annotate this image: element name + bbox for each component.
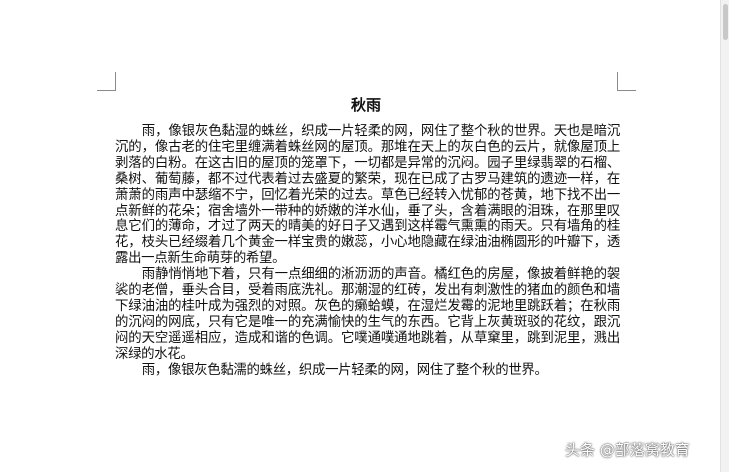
paragraph-2[interactable]: 雨静悄悄地下着，只有一点细细的淅沥沥的声音。橘红色的房屋，像披着鲜艳的袈裟的老僧… bbox=[115, 267, 620, 362]
scrollbar-thumb[interactable] bbox=[723, 4, 728, 40]
document-page: 秋雨 雨，像银灰色黏湿的蛛丝，织成一片轻柔的网，网住了整个秋的世界。天也是暗沉沉… bbox=[0, 0, 729, 472]
document-title[interactable]: 秋雨 bbox=[115, 95, 617, 115]
vertical-scrollbar[interactable] bbox=[720, 0, 729, 472]
margin-corner-mark-top-left bbox=[97, 72, 116, 91]
margin-corner-mark-top-right bbox=[617, 72, 636, 91]
document-body[interactable]: 雨，像银灰色黏湿的蛛丝，织成一片轻柔的网，网住了整个秋的世界。天也是暗沉沉的，像… bbox=[115, 124, 620, 379]
source-watermark: 头条 @部落窝教育 bbox=[565, 441, 690, 459]
paragraph-3[interactable]: 雨，像银灰色黏濡的蛛丝，织成一片轻柔的网，网住了整个秋的世界。 bbox=[115, 363, 620, 379]
paragraph-1[interactable]: 雨，像银灰色黏湿的蛛丝，织成一片轻柔的网，网住了整个秋的世界。天也是暗沉沉的，像… bbox=[115, 124, 620, 267]
